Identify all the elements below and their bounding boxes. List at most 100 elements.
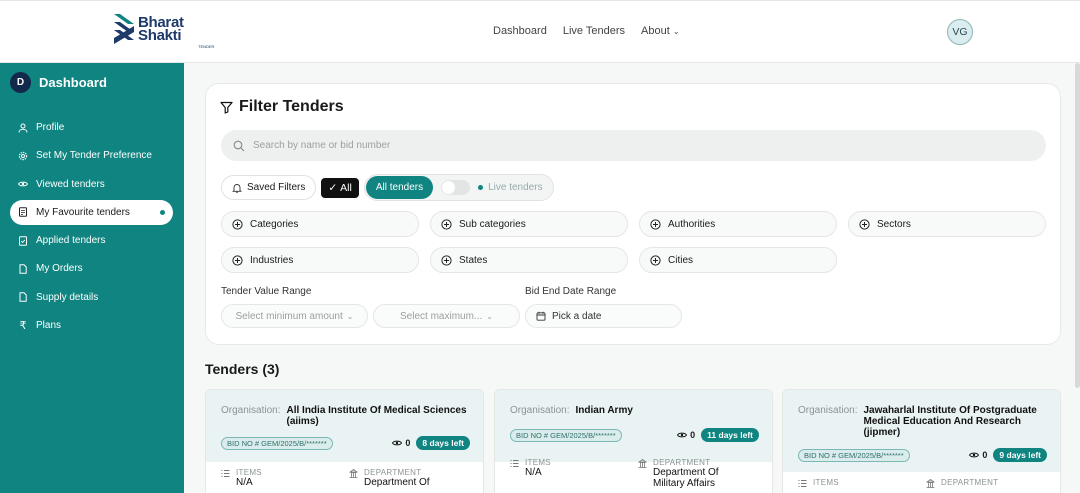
- gear-icon: [18, 151, 28, 160]
- sidebar-item-supply-details[interactable]: Supply details: [10, 285, 173, 310]
- eye-icon: [18, 181, 28, 187]
- bid-row: BID NO # GEM/2025/B/******* 0 8 days lef…: [221, 436, 470, 450]
- active-indicator: [160, 209, 165, 215]
- bid-end-date-range-label: Bid End Date Range: [525, 286, 617, 297]
- sidebar-avatar: D: [10, 72, 31, 93]
- rupee-icon: ₹: [19, 320, 27, 333]
- department-field: DEPARTMENT Department Of: [349, 468, 430, 488]
- saved-filters-button[interactable]: Saved Filters: [221, 175, 317, 200]
- organisation: Organisation: Indian Army: [510, 405, 633, 416]
- sidebar: D Dashboard Profile Set My Tender Prefer…: [0, 63, 184, 493]
- sidebar-item-applied-tenders[interactable]: Applied tenders: [10, 228, 173, 253]
- all-filter-button[interactable]: ✓ All: [321, 177, 359, 198]
- brand-name: Bharat Shakti: [138, 14, 184, 44]
- search-input[interactable]: [253, 140, 753, 151]
- bid-number-badge: BID NO # GEM/2025/B/*******: [221, 436, 333, 450]
- live-dot-icon: [478, 185, 484, 190]
- plus-circle-icon: [650, 254, 661, 266]
- main-content: Filter Tenders Saved Filters ✓ All All t…: [184, 63, 1080, 493]
- sidebar-item-viewed-tenders[interactable]: Viewed tenders: [10, 172, 173, 197]
- eye-icon: [969, 452, 980, 458]
- tender-card-body: ITEMS N/A DEPARTMENT Department Of Milit…: [495, 452, 772, 490]
- chip-cities[interactable]: Cities: [639, 247, 837, 273]
- tender-card-header: Organisation: Jawaharlal Institute Of Po…: [783, 390, 1060, 472]
- plus-circle-icon: [859, 218, 870, 230]
- chip-categories[interactable]: Categories: [221, 211, 419, 237]
- tender-card-body: ITEMS DEPARTMENT: [783, 472, 1060, 493]
- tenders-heading: Tenders (3): [205, 361, 280, 377]
- bid-number-badge: BID NO # GEM/2025/B/*******: [510, 428, 622, 442]
- sidebar-item-plans[interactable]: ₹ Plans: [10, 313, 173, 338]
- tender-card[interactable]: Organisation: Indian Army BID NO # GEM/2…: [494, 389, 773, 493]
- list-icon: [798, 480, 807, 487]
- bookmark-icon: [19, 207, 27, 218]
- sidebar-item-label: Profile: [36, 122, 65, 133]
- list-icon: [221, 470, 230, 477]
- sidebar-item-favourite-tenders[interactable]: My Favourite tenders: [10, 199, 173, 225]
- sidebar-item-label: Viewed tenders: [36, 178, 105, 190]
- check-icon: ✓: [328, 181, 338, 194]
- brand-logo[interactable]: Bharat Shakti TENDER: [112, 12, 222, 52]
- user-avatar-button[interactable]: VG: [947, 19, 973, 45]
- brand-sub: TENDER: [198, 44, 215, 49]
- eye-icon: [677, 432, 688, 438]
- tender-card-header: Organisation: All India Institute Of Med…: [206, 390, 483, 462]
- plus-circle-icon: [441, 218, 452, 230]
- sidebar-item-label: My Orders: [36, 263, 83, 275]
- view-count: 0: [969, 450, 987, 460]
- chevron-down-icon: ⌄: [672, 27, 680, 36]
- sidebar-item-label: Supply details: [36, 291, 99, 303]
- tender-value-range-label: Tender Value Range: [221, 286, 312, 297]
- nav-live-tenders[interactable]: Live Tenders: [563, 25, 625, 37]
- chip-authorities[interactable]: Authorities: [639, 211, 837, 237]
- eye-icon: [392, 440, 403, 446]
- file-check-icon: [19, 235, 27, 246]
- plus-circle-icon: [232, 254, 243, 266]
- live-tenders-toggle[interactable]: [441, 180, 471, 195]
- organisation: Organisation: All India Institute Of Med…: [221, 405, 467, 427]
- live-tenders-option[interactable]: Live tenders: [478, 182, 543, 193]
- sidebar-item-label: My Favourite tenders: [36, 206, 130, 218]
- main-nav: Dashboard Live Tenders About ⌄: [493, 25, 680, 37]
- department-field: DEPARTMENT: [926, 478, 998, 488]
- max-amount-select[interactable]: Select maximum... ⌄: [373, 304, 520, 328]
- tender-card[interactable]: Organisation: Jawaharlal Institute Of Po…: [782, 389, 1061, 493]
- bid-number-badge: BID NO # GEM/2025/B/*******: [798, 448, 910, 462]
- days-left-badge: 8 days left: [416, 436, 470, 450]
- items-field: ITEMS N/A: [221, 468, 262, 488]
- bell-icon: [232, 183, 242, 193]
- sidebar-item-label: Plans: [36, 320, 62, 332]
- search-bar[interactable]: [221, 130, 1046, 161]
- sidebar-item-my-orders[interactable]: My Orders: [10, 256, 173, 281]
- nav-about[interactable]: About ⌄: [641, 25, 680, 37]
- sidebar-item-profile[interactable]: Profile: [10, 115, 173, 140]
- top-navbar: Bharat Shakti TENDER Dashboard Live Tend…: [0, 0, 1080, 63]
- min-amount-select[interactable]: Select minimum amount ⌄: [221, 304, 368, 328]
- items-field: ITEMS N/A: [510, 458, 551, 478]
- chip-sub-categories[interactable]: Sub categories: [430, 211, 628, 237]
- chip-sectors[interactable]: Sectors: [848, 211, 1046, 237]
- sidebar-item-label: Applied tenders: [36, 235, 106, 247]
- bid-row: BID NO # GEM/2025/B/******* 0 11 days le…: [510, 428, 759, 442]
- plus-circle-icon: [232, 218, 243, 230]
- nav-dashboard[interactable]: Dashboard: [493, 25, 547, 37]
- all-tenders-tab[interactable]: All tenders: [365, 176, 434, 199]
- search-icon: [233, 140, 245, 151]
- user-icon: [18, 123, 28, 133]
- building-icon: [926, 479, 935, 488]
- days-left-badge: 11 days left: [701, 428, 759, 442]
- filter-panel: Filter Tenders Saved Filters ✓ All All t…: [205, 83, 1061, 345]
- tender-card[interactable]: Organisation: All India Institute Of Med…: [205, 389, 484, 493]
- building-icon: [638, 459, 647, 468]
- vertical-scrollbar[interactable]: [1075, 63, 1080, 388]
- chevron-down-icon: ⌄: [346, 311, 354, 321]
- pick-date-button[interactable]: Pick a date: [525, 304, 682, 328]
- file-icon: [19, 292, 27, 302]
- sidebar-header[interactable]: D Dashboard: [10, 72, 107, 93]
- chip-states[interactable]: States: [430, 247, 628, 273]
- sidebar-title: Dashboard: [39, 75, 107, 90]
- tender-type-switch: All tenders Live tenders: [363, 174, 554, 201]
- list-icon: [510, 460, 519, 467]
- chip-industries[interactable]: Industries: [221, 247, 419, 273]
- sidebar-item-tender-preference[interactable]: Set My Tender Preference: [10, 143, 173, 168]
